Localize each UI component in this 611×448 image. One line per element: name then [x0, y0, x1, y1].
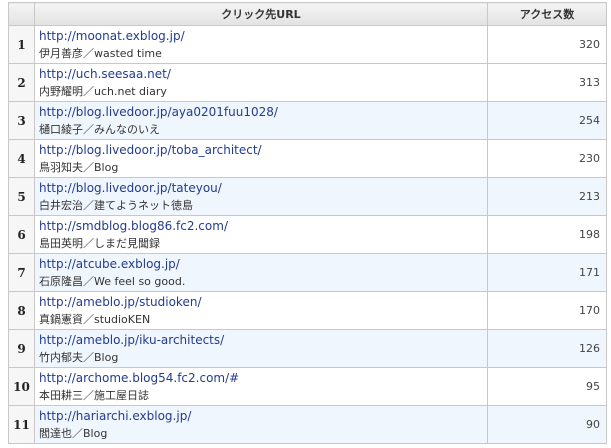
site-title: 閻達也／Blog: [39, 426, 108, 440]
access-count-cell: 171: [487, 253, 607, 292]
url-cell: http://blog.livedoor.jp/tateyou/ 白井宏治／建て…: [34, 177, 488, 216]
access-count-cell: 198: [487, 215, 607, 254]
access-count-cell: 313: [487, 63, 607, 102]
access-count-cell: 90: [487, 405, 607, 444]
access-count-cell: 320: [487, 25, 607, 64]
url-cell: http://blog.livedoor.jp/toba_architect/ …: [34, 139, 488, 178]
table-row: 1 http://moonat.exblog.jp/ 伊月善彦／wasted t…: [8, 25, 607, 64]
header-access-count: アクセス数: [487, 2, 607, 26]
rank-cell: 3: [8, 101, 35, 140]
rank-cell: 7: [8, 253, 35, 292]
url-link[interactable]: http://blog.livedoor.jp/toba_architect/: [39, 142, 487, 159]
table-row: 3 http://blog.livedoor.jp/aya0201fuu1028…: [8, 101, 607, 140]
url-cell: http://uch.seesaa.net/ 内野耀明／uch.net diar…: [34, 63, 488, 102]
access-count-cell: 170: [487, 291, 607, 330]
rank-cell: 11: [8, 405, 35, 444]
url-cell: http://hariarchi.exblog.jp/ 閻達也／Blog: [34, 405, 488, 444]
url-link[interactable]: http://moonat.exblog.jp/: [39, 28, 487, 45]
rank-cell: 10: [8, 367, 35, 406]
access-count-cell: 230: [487, 139, 607, 178]
url-cell: http://ameblo.jp/studioken/ 真鍋憲資／studioK…: [34, 291, 488, 330]
url-cell: http://atcube.exblog.jp/ 石原隆昌／We feel so…: [34, 253, 488, 292]
url-cell: http://smdblog.blog86.fc2.com/ 島田英明／しまだ見…: [34, 215, 488, 254]
table-row: 8 http://ameblo.jp/studioken/ 真鍋憲資／studi…: [8, 291, 607, 330]
url-link[interactable]: http://blog.livedoor.jp/tateyou/: [39, 180, 487, 197]
rank-cell: 1: [8, 25, 35, 64]
site-title: 真鍋憲資／studioKEN: [39, 312, 151, 326]
rank-cell: 9: [8, 329, 35, 368]
access-count-cell: 213: [487, 177, 607, 216]
access-count-cell: 126: [487, 329, 607, 368]
site-title: 石原隆昌／We feel so good.: [39, 274, 186, 288]
site-title: 島田英明／しまだ見聞録: [39, 236, 160, 250]
table-header: クリック先URL アクセス数: [8, 2, 607, 26]
table-row: 5 http://blog.livedoor.jp/tateyou/ 白井宏治／…: [8, 177, 607, 216]
table-row: 9 http://ameblo.jp/iku-architects/ 竹内郁夫／…: [8, 329, 607, 368]
table-row: 6 http://smdblog.blog86.fc2.com/ 島田英明／しま…: [8, 215, 607, 254]
rank-cell: 6: [8, 215, 35, 254]
access-ranking-table: クリック先URL アクセス数 1 http://moonat.exblog.jp…: [8, 2, 607, 444]
rank-cell: 5: [8, 177, 35, 216]
table-row: 11 http://hariarchi.exblog.jp/ 閻達也／Blog …: [8, 405, 607, 444]
site-title: 竹内郁夫／Blog: [39, 350, 119, 364]
url-link[interactable]: http://archome.blog54.fc2.com/#: [39, 370, 487, 387]
url-link[interactable]: http://blog.livedoor.jp/aya0201fuu1028/: [39, 104, 487, 121]
table-row: 2 http://uch.seesaa.net/ 内野耀明／uch.net di…: [8, 63, 607, 102]
rank-cell: 4: [8, 139, 35, 178]
rank-cell: 8: [8, 291, 35, 330]
site-title: 内野耀明／uch.net diary: [39, 84, 167, 98]
site-title: 本田耕三／施工屋日誌: [39, 388, 149, 402]
table-body: 1 http://moonat.exblog.jp/ 伊月善彦／wasted t…: [8, 25, 607, 444]
site-title: 伊月善彦／wasted time: [39, 46, 162, 60]
table-row: 7 http://atcube.exblog.jp/ 石原隆昌／We feel …: [8, 253, 607, 292]
rank-cell: 2: [8, 63, 35, 102]
access-count-cell: 254: [487, 101, 607, 140]
url-cell: http://archome.blog54.fc2.com/# 本田耕三／施工屋…: [34, 367, 488, 406]
url-cell: http://blog.livedoor.jp/aya0201fuu1028/ …: [34, 101, 488, 140]
url-link[interactable]: http://ameblo.jp/iku-architects/: [39, 332, 487, 349]
url-link[interactable]: http://uch.seesaa.net/: [39, 66, 487, 83]
site-title: 白井宏治／建てようネット徳島: [39, 198, 193, 212]
site-title: 樋口綾子／みんなのいえ: [39, 122, 160, 136]
table-row: 10 http://archome.blog54.fc2.com/# 本田耕三／…: [8, 367, 607, 406]
url-link[interactable]: http://atcube.exblog.jp/: [39, 256, 487, 273]
table-row: 4 http://blog.livedoor.jp/toba_architect…: [8, 139, 607, 178]
header-click-url: クリック先URL: [34, 2, 488, 26]
url-link[interactable]: http://smdblog.blog86.fc2.com/: [39, 218, 487, 235]
url-link[interactable]: http://hariarchi.exblog.jp/: [39, 408, 487, 425]
site-title: 鳥羽知夫／Blog: [39, 160, 119, 174]
url-cell: http://moonat.exblog.jp/ 伊月善彦／wasted tim…: [34, 25, 488, 64]
url-link[interactable]: http://ameblo.jp/studioken/: [39, 294, 487, 311]
header-rank: [8, 2, 35, 26]
access-count-cell: 95: [487, 367, 607, 406]
url-cell: http://ameblo.jp/iku-architects/ 竹内郁夫／Bl…: [34, 329, 488, 368]
